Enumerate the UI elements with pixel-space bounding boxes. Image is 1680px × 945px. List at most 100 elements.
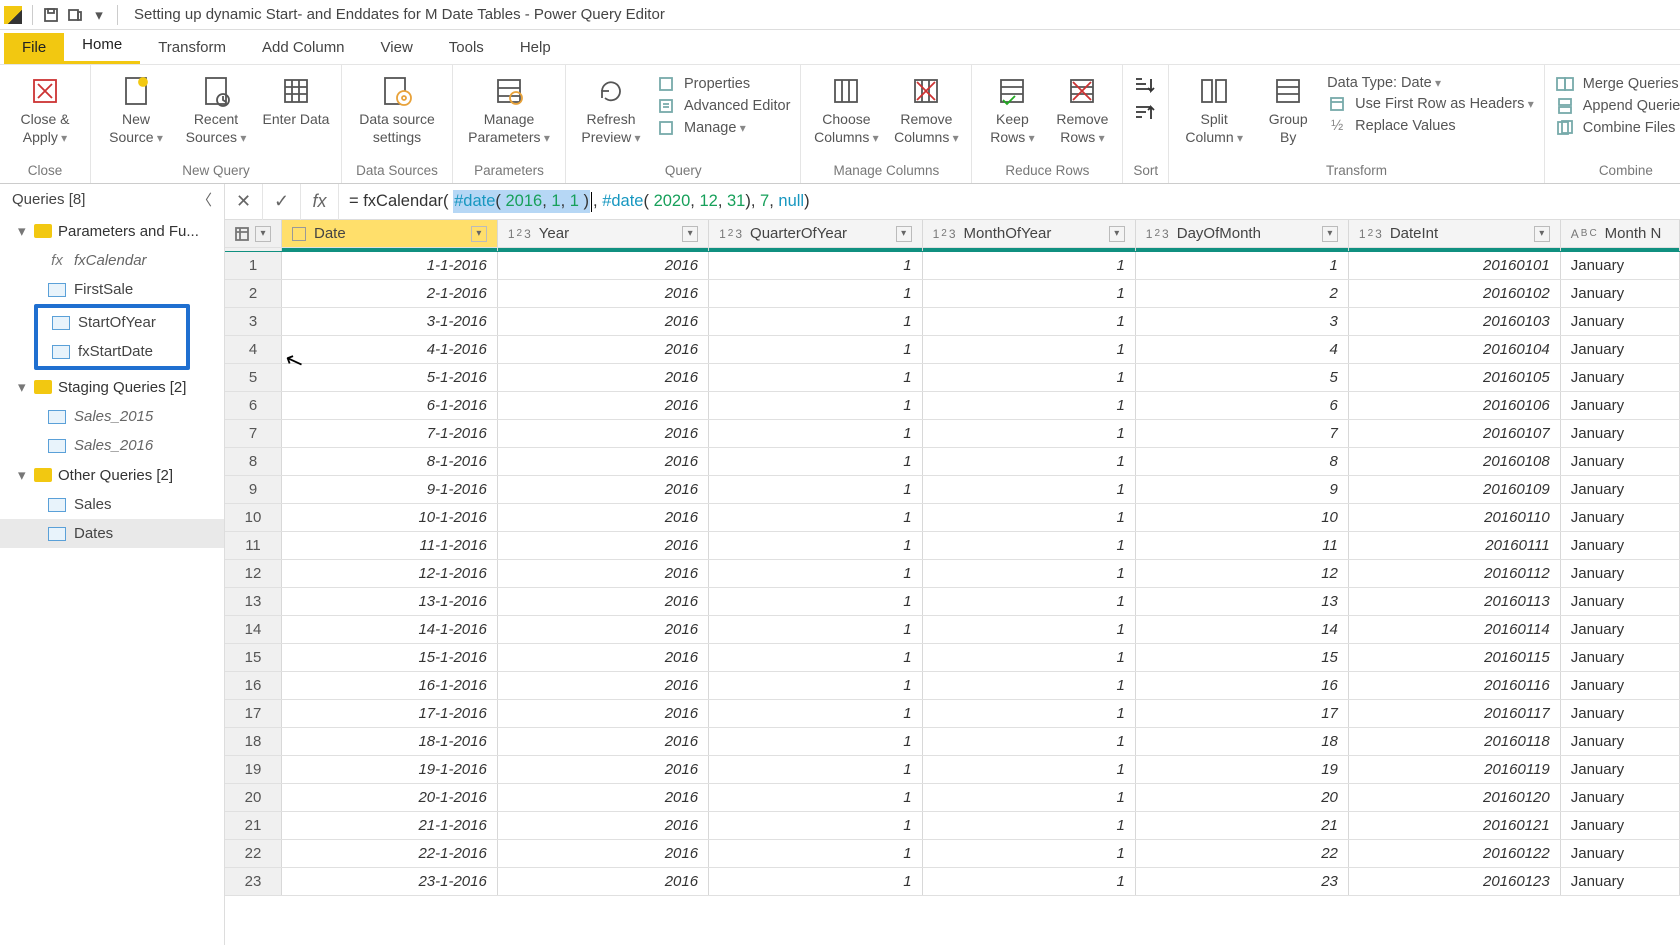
group-label-sort: Sort xyxy=(1133,161,1158,181)
query-group-staging[interactable]: ▾Staging Queries [2] xyxy=(0,372,224,402)
collapse-pane-icon[interactable]: 〈 xyxy=(197,189,212,210)
group-label-newquery: New Query xyxy=(101,161,331,181)
query-startofyear[interactable]: StartOfYear xyxy=(38,308,186,337)
query-sales-2016[interactable]: Sales_2016 xyxy=(0,431,224,460)
column-header-month[interactable]: 123MonthOfYear▾ xyxy=(922,220,1135,248)
table-row[interactable]: 1515-1-20162016111520160115January xyxy=(225,644,1680,672)
tab-file[interactable]: File xyxy=(4,33,64,64)
save-button[interactable] xyxy=(39,3,63,27)
ribbon-tabs: File Home Transform Add Column View Tool… xyxy=(0,30,1680,64)
row-header-corner[interactable]: ▾ xyxy=(225,220,282,248)
tab-tools[interactable]: Tools xyxy=(431,33,502,64)
app-icon xyxy=(4,6,22,24)
combine-files-button[interactable]: Combine Files xyxy=(1555,119,1680,137)
recent-sources-button[interactable]: Recent Sources xyxy=(181,69,251,146)
table-row[interactable]: 1919-1-20162016111920160119January xyxy=(225,756,1680,784)
group-label-parameters: Parameters xyxy=(463,161,555,181)
column-header-dateint[interactable]: 123DateInt▾ xyxy=(1348,220,1560,248)
table-row[interactable]: 1313-1-20162016111320160113January xyxy=(225,588,1680,616)
tab-add-column[interactable]: Add Column xyxy=(244,33,363,64)
query-fxstartdate[interactable]: fxStartDate xyxy=(38,337,186,366)
query-firstsale[interactable]: FirstSale xyxy=(0,275,224,304)
query-dates[interactable]: Dates xyxy=(0,519,224,548)
window-title: Setting up dynamic Start- and Enddates f… xyxy=(134,6,665,23)
column-header-monthname[interactable]: ABCMonth N xyxy=(1560,220,1679,248)
formula-input[interactable]: = fxCalendar( #date( 2016, 1, 1 ), #date… xyxy=(339,190,1680,213)
table-row[interactable]: 1414-1-20162016111420160114January xyxy=(225,616,1680,644)
table-row[interactable]: 66-1-2016201611620160106January xyxy=(225,392,1680,420)
formula-bar: ✕ ✓ fx = fxCalendar( #date( 2016, 1, 1 )… xyxy=(225,184,1680,220)
group-by-button[interactable]: Group By xyxy=(1259,69,1317,146)
data-type-button[interactable]: Data Type: Date xyxy=(1327,75,1534,91)
table-row[interactable]: 1616-1-20162016111620160116January xyxy=(225,672,1680,700)
fx-icon[interactable]: fx xyxy=(301,184,339,220)
manage-parameters-button[interactable]: Manage Parameters xyxy=(463,69,555,146)
table-row[interactable]: 88-1-2016201611820160108January xyxy=(225,448,1680,476)
column-header-year[interactable]: 123Year▾ xyxy=(497,220,708,248)
group-label-query: Query xyxy=(576,161,790,181)
query-group-parameters[interactable]: ▾Parameters and Fu... xyxy=(0,216,224,246)
manage-button[interactable]: Manage xyxy=(656,119,790,137)
queries-pane: Queries [8] 〈 ▾Parameters and Fu... fxfx… xyxy=(0,184,225,945)
refresh-preview-button[interactable]: Refresh Preview xyxy=(576,69,646,146)
merge-queries-button[interactable]: Merge Queries xyxy=(1555,75,1680,93)
tab-view[interactable]: View xyxy=(363,33,431,64)
table-row[interactable]: 2020-1-20162016112020160120January xyxy=(225,784,1680,812)
tab-help[interactable]: Help xyxy=(502,33,569,64)
column-header-day[interactable]: 123DayOfMonth▾ xyxy=(1135,220,1348,248)
new-source-button[interactable]: New Source xyxy=(101,69,171,146)
sort-desc-button[interactable] xyxy=(1133,103,1155,127)
table-row[interactable]: 77-1-2016201611720160107January xyxy=(225,420,1680,448)
table-row[interactable]: 22-1-2016201611220160102January xyxy=(225,280,1680,308)
table-row[interactable]: 1111-1-20162016111120160111January xyxy=(225,532,1680,560)
table-row[interactable]: 2323-1-20162016112320160123January xyxy=(225,868,1680,896)
advanced-editor-button[interactable]: Advanced Editor xyxy=(656,97,790,115)
table-row[interactable]: 55-1-2016201611520160105January xyxy=(225,364,1680,392)
table-row[interactable]: 33-1-2016201611320160103January xyxy=(225,308,1680,336)
tab-transform[interactable]: Transform xyxy=(140,33,244,64)
qat-dropdown[interactable]: ▾ xyxy=(87,3,111,27)
keep-rows-button[interactable]: Keep Rows xyxy=(982,69,1042,146)
group-label-close: Close xyxy=(10,161,80,181)
remove-rows-button[interactable]: Remove Rows xyxy=(1052,69,1112,146)
properties-button[interactable]: Properties xyxy=(656,75,790,93)
undo-button[interactable] xyxy=(63,3,87,27)
group-label-datasources: Data Sources xyxy=(352,161,442,181)
enter-data-button[interactable]: Enter Data xyxy=(261,69,331,129)
sort-asc-button[interactable] xyxy=(1133,75,1155,99)
table-row[interactable]: 1212-1-20162016111220160112January xyxy=(225,560,1680,588)
table-row[interactable]: 99-1-2016201611920160109January xyxy=(225,476,1680,504)
table-row[interactable]: 11-1-2016201611120160101January xyxy=(225,252,1680,280)
formula-cancel-button[interactable]: ✕ xyxy=(225,184,263,220)
queries-pane-title: Queries [8] xyxy=(12,191,85,208)
append-queries-button[interactable]: Append Queries xyxy=(1555,97,1680,115)
query-group-other[interactable]: ▾Other Queries [2] xyxy=(0,460,224,490)
close-apply-button[interactable]: Close & Apply xyxy=(10,69,80,146)
remove-columns-button[interactable]: Remove Columns xyxy=(891,69,961,146)
replace-values-button[interactable]: ½Replace Values xyxy=(1327,117,1534,135)
group-label-managecols: Manage Columns xyxy=(811,161,961,181)
choose-columns-button[interactable]: Choose Columns xyxy=(811,69,881,146)
query-sales-2015[interactable]: Sales_2015 xyxy=(0,402,224,431)
table-row[interactable]: 44-1-2016201611420160104January xyxy=(225,336,1680,364)
data-grid[interactable]: ↖ ▾ Date▾ 123Year▾ 123QuarterOfYear▾ 123… xyxy=(225,220,1680,945)
column-header-quarter[interactable]: 123QuarterOfYear▾ xyxy=(709,220,923,248)
annotation-highlight: StartOfYear fxStartDate xyxy=(34,304,190,370)
query-fxcalendar[interactable]: fxfxCalendar xyxy=(0,246,224,275)
split-column-button[interactable]: Split Column xyxy=(1179,69,1249,146)
first-row-headers-button[interactable]: Use First Row as Headers xyxy=(1327,95,1534,113)
table-row[interactable]: 1717-1-20162016111720160117January xyxy=(225,700,1680,728)
query-sales[interactable]: Sales xyxy=(0,490,224,519)
table-row[interactable]: 1818-1-20162016111820160118January xyxy=(225,728,1680,756)
qat-separator xyxy=(32,5,33,25)
table-row[interactable]: 2121-1-20162016112120160121January xyxy=(225,812,1680,840)
qat-separator-2 xyxy=(117,5,118,25)
table-row[interactable]: 1010-1-20162016111020160110January xyxy=(225,504,1680,532)
data-source-settings-button[interactable]: Data source settings xyxy=(352,69,442,146)
column-header-date[interactable]: Date▾ xyxy=(282,220,498,248)
titlebar: ▾ Setting up dynamic Start- and Enddates… xyxy=(0,0,1680,30)
formula-commit-button[interactable]: ✓ xyxy=(263,184,301,220)
table-row[interactable]: 2222-1-20162016112220160122January xyxy=(225,840,1680,868)
group-label-combine: Combine xyxy=(1555,161,1680,181)
tab-home[interactable]: Home xyxy=(64,30,140,64)
